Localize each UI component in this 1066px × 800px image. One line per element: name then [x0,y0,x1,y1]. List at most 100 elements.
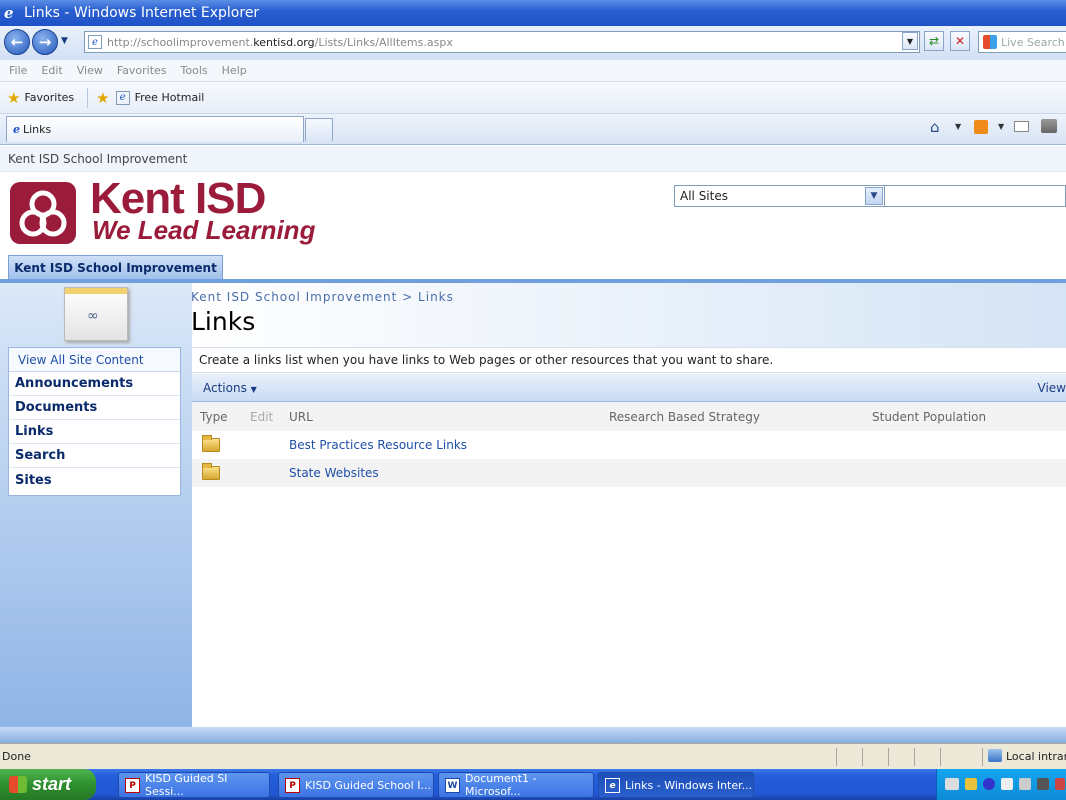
table-row: State Websites [192,459,1066,487]
col-student-population[interactable]: Student Population [872,410,986,424]
menu-favorites[interactable]: Favorites [117,64,167,77]
chevron-down-icon[interactable]: ▼ [865,187,883,205]
address-domain: kentisd.org [253,35,315,49]
link-chain-icon: ∞ [87,308,99,324]
folder-icon [202,463,220,480]
col-url[interactable]: URL [289,410,313,424]
page-footer-strip [0,727,1066,743]
menu-tools[interactable]: Tools [181,64,208,77]
tray-app-icon[interactable] [1001,778,1013,790]
ql-item-links[interactable]: Links [9,420,180,444]
logo-tagline: We Lead Learning [92,215,316,245]
row-url-link[interactable]: Best Practices Resource Links [289,438,467,452]
taskbar-item-document1[interactable]: W Document1 - Microsof... [438,772,594,798]
menu-edit[interactable]: Edit [41,64,62,77]
system-tray [936,769,1066,800]
taskbar-item-label: KISD Guided SI Sessi... [145,772,228,798]
taskbar-item-label: Document1 - Microsof... [465,772,537,798]
view-all-site-content-link[interactable]: View All Site Content [9,348,180,372]
security-zone[interactable]: Local intranet [1006,750,1066,763]
site-search-input[interactable] [885,185,1066,207]
ql-item-search[interactable]: Search [9,444,180,468]
mail-icon[interactable] [1014,121,1029,132]
search-scope-select[interactable]: All Sites ▼ [674,185,885,207]
bluetooth-icon[interactable] [983,778,995,790]
network-icon[interactable] [945,778,959,790]
page-icon: e [88,35,102,49]
add-favorite-icon[interactable]: ★ [96,89,109,107]
powerpoint-icon: P [285,778,300,793]
live-search-input[interactable]: Live Search [978,31,1066,53]
list-description: Create a links list when you have links … [192,347,1066,373]
breadcrumb[interactable]: Kent ISD School Improvement > Links [191,290,454,304]
menu-file[interactable]: File [9,64,27,77]
home-dropdown-icon[interactable]: ▼ [955,122,961,131]
window-title: Links - Windows Internet Explorer [24,5,260,21]
menu-view[interactable]: View [77,64,103,77]
start-button[interactable]: start [0,769,96,800]
actions-label: Actions [203,380,247,395]
new-tab-button[interactable] [305,118,333,141]
tray-app-icon[interactable] [1019,778,1031,790]
live-search-placeholder: Live Search [1001,35,1065,49]
tray-app-icon[interactable] [1055,778,1065,790]
list-toolbar: Actions ▼ View [192,374,1066,402]
feeds-icon[interactable] [974,120,988,134]
refresh-icon[interactable]: ⇄ [924,31,944,51]
history-dropdown-icon[interactable]: ▼ [61,36,68,46]
col-research-based-strategy[interactable]: Research Based Strategy [609,410,760,424]
top-nav-tab-home[interactable]: Kent ISD School Improvement [8,255,223,280]
forward-button[interactable]: → [32,29,58,55]
address-dropdown-icon[interactable]: ▼ [902,32,918,50]
address-prefix: http://schoolimprovement. [107,35,254,49]
ql-item-sites[interactable]: Sites [9,468,180,492]
taskbar-item-links-ie[interactable]: e Links - Windows Inter... [598,772,754,798]
hotmail-page-icon: e [115,90,130,105]
col-edit: Edit [250,409,274,424]
table-row: Best Practices Resource Links [192,431,1066,459]
site-top-link[interactable]: Kent ISD School Improvement [0,146,1066,172]
view-menu[interactable]: View [1038,381,1066,395]
word-icon: W [445,778,460,793]
security-icon[interactable] [965,778,977,790]
actions-menu[interactable]: Actions ▼ [203,381,257,395]
print-icon[interactable] [1041,119,1057,133]
favbar-divider [87,87,89,108]
actions-dropdown-icon: ▼ [250,384,257,394]
taskbar-item-kisd-guided-school[interactable]: P KISD Guided School I... [278,772,434,798]
status-divider [862,748,863,766]
tray-app-icon[interactable] [1037,778,1049,790]
ql-item-documents[interactable]: Documents [9,396,180,420]
intranet-zone-icon [988,749,1002,762]
ql-item-announcements[interactable]: Announcements [9,372,180,396]
menu-bar: File Edit View Favorites Tools Help [0,60,1066,82]
fav-link-hotmail[interactable]: Free Hotmail [135,91,205,104]
col-type[interactable]: Type [200,410,228,424]
favorites-bar: ★ Favorites ★ e Free Hotmail [0,82,1066,114]
taskbar-item-label: KISD Guided School I... [305,778,431,792]
favorites-star-icon[interactable]: ★ [7,89,20,107]
site-top-label: Kent ISD School Improvement [8,151,188,166]
kent-isd-logo-icon[interactable] [10,182,76,244]
address-bar[interactable]: e http://schoolimprovement. kentisd.org/L… [84,31,920,53]
row-url-link[interactable]: State Websites [289,466,379,480]
logo-rings-icon [19,190,67,237]
status-divider [982,748,983,766]
menu-help[interactable]: Help [222,64,247,77]
tab-links[interactable]: e Links [6,116,304,142]
list-header-row: Type Edit URL Research Based Strategy St… [192,402,1066,431]
ie-icon: e [605,778,620,793]
status-divider [914,748,915,766]
windows-flag-icon [9,776,27,793]
favorites-button[interactable]: Favorites [24,91,74,104]
home-icon[interactable]: ⌂ [930,118,940,136]
start-label: start [32,774,72,794]
search-scope-value: All Sites [680,189,728,203]
tab-ie-icon: e [13,123,20,136]
feeds-dropdown-icon[interactable]: ▼ [998,122,1004,131]
taskbar-item-kisd-guided-si[interactable]: P KISD Guided SI Sessi... [118,772,270,798]
stop-icon[interactable]: ✕ [950,31,970,51]
folder-icon [202,435,220,452]
taskbar-item-label: Links - Windows Inter... [625,778,753,792]
back-button[interactable]: ← [4,29,30,55]
